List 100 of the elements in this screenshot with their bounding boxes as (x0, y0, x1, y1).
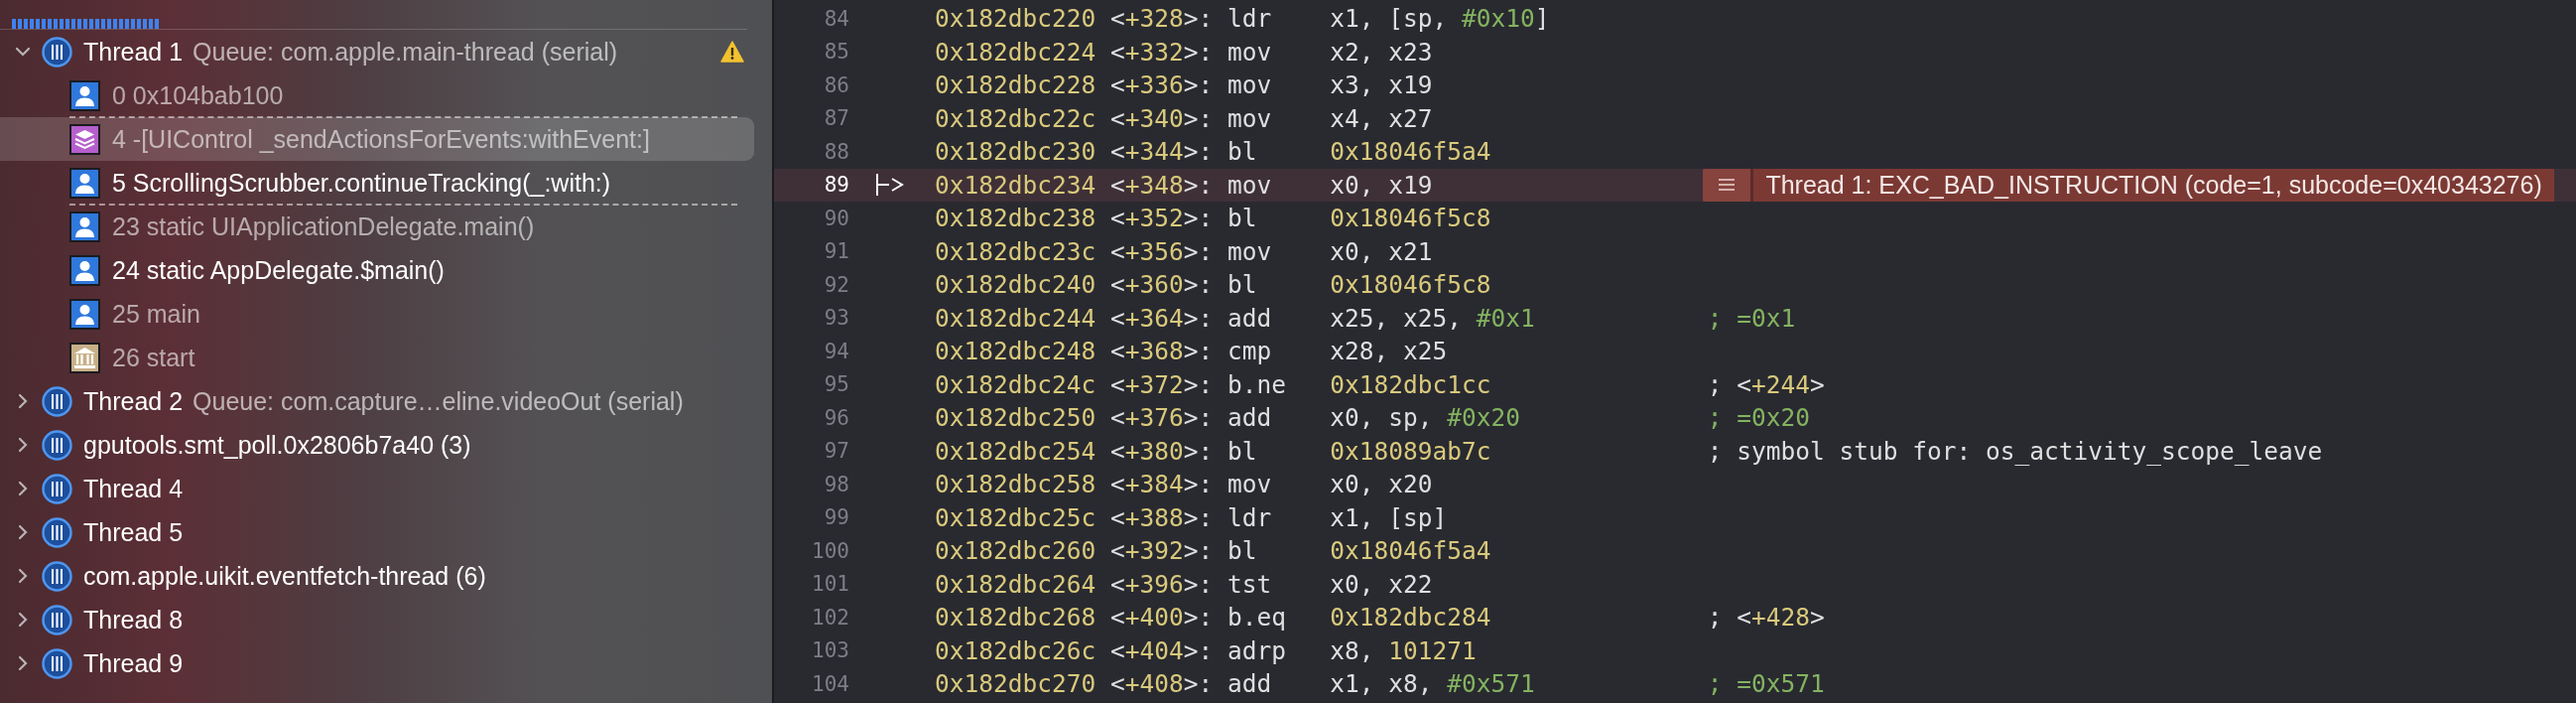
line-number: 100 (811, 538, 849, 563)
offset: <+348>: (1110, 170, 1215, 200)
thread-row[interactable]: Thread 9 (0, 641, 772, 685)
person-icon (69, 79, 100, 111)
line-number: 87 (823, 106, 849, 131)
offset: <+392>: (1110, 536, 1215, 566)
address: 0x182dbc238 (935, 204, 1097, 233)
thread-icon (42, 647, 72, 679)
stack-frame[interactable]: 0 0x104bab100 (0, 73, 754, 117)
address: 0x182dbc220 (935, 4, 1097, 34)
address: 0x182dbc25c (935, 502, 1097, 532)
offset: <+376>: (1110, 403, 1215, 433)
line-number: 102 (811, 605, 849, 630)
mnemonic: mov (1227, 470, 1273, 499)
operands: 0x182dbc1cc (1330, 369, 1492, 399)
thread-row[interactable]: Thread 1 Queue: com.apple.main-thread (serial) (0, 30, 772, 73)
mnemonic: mov (1227, 70, 1273, 100)
address: 0x182dbc244 (935, 303, 1097, 333)
address: 0x182dbc230 (935, 137, 1097, 167)
mnemonic: bl (1227, 270, 1258, 300)
line-number: 84 (823, 6, 849, 31)
mnemonic: add (1227, 303, 1273, 333)
mnemonic: add (1227, 669, 1273, 699)
thread-row[interactable]: gputools.smt_poll.0x2806b7a40 (3) (0, 423, 772, 467)
offset: <+400>: (1110, 603, 1215, 633)
comment: ; =0x1 (1707, 303, 1796, 333)
thread-icon (42, 473, 72, 504)
offset: <+372>: (1110, 369, 1215, 399)
line-number: 98 (823, 472, 849, 496)
operands: x0, x22 (1330, 569, 1434, 599)
offset: <+404>: (1110, 635, 1215, 665)
mnemonic: b.eq (1227, 603, 1287, 633)
offset: <+408>: (1110, 669, 1215, 699)
operands: x25, x25, #0x1 (1330, 303, 1536, 333)
menu-icon[interactable] (1718, 178, 1737, 193)
person-icon (69, 254, 100, 286)
offset: <+388>: (1110, 502, 1215, 532)
offset: <+364>: (1110, 303, 1215, 333)
address: 0x182dbc23c (935, 236, 1097, 266)
operands: 0x18046f5a4 (1330, 536, 1492, 566)
offset: <+380>: (1110, 436, 1215, 466)
thread-icon (42, 560, 72, 592)
stack-frame[interactable]: 5 ScrollingScrubber.continueTracking(_:with:) (0, 161, 754, 205)
mnemonic: add (1227, 403, 1273, 433)
mnemonic: bl (1227, 436, 1258, 466)
line-number: 103 (811, 638, 849, 663)
offset: <+328>: (1110, 4, 1215, 34)
mnemonic: mov (1227, 103, 1273, 133)
offset: <+344>: (1110, 137, 1215, 167)
operands: 0x182dbc284 (1330, 603, 1492, 633)
offset: <+332>: (1110, 37, 1215, 67)
person-icon (69, 298, 100, 330)
operands: x0, x21 (1330, 236, 1434, 266)
mnemonic: b.ne (1227, 369, 1287, 399)
line-number: 90 (823, 206, 849, 230)
operands: x2, x23 (1330, 37, 1434, 67)
address: 0x182dbc270 (935, 669, 1097, 699)
address: 0x182dbc22c (935, 103, 1097, 133)
line-number: 96 (823, 405, 849, 430)
error-message: Thread 1: EXC_BAD_INSTRUCTION (code=1, subcode=0x40343276) (1764, 169, 2543, 201)
thread-icon (42, 516, 72, 548)
address: 0x182dbc258 (935, 470, 1097, 499)
layers-icon (69, 123, 100, 155)
line-number: 89 (823, 173, 849, 198)
line-number: 91 (823, 239, 849, 264)
operands: x3, x19 (1330, 70, 1434, 100)
thread-row[interactable]: Thread 4 (0, 467, 772, 510)
thread-row[interactable]: Thread 8 (0, 598, 772, 641)
line-number: 92 (823, 272, 849, 297)
line-number: 85 (823, 40, 849, 65)
offset: <+368>: (1110, 337, 1215, 366)
stack-frame[interactable]: 26 start (0, 336, 754, 379)
thread-icon (42, 429, 72, 461)
stack-frame[interactable]: 4 -[UIControl _sendActionsForEvents:withEvent:] (0, 117, 754, 161)
comment: ; =0x571 (1707, 669, 1825, 699)
thread-row[interactable]: Thread 2 Queue: com.capture…eline.videoOut (serial) (0, 379, 772, 423)
thread-icon (42, 36, 72, 68)
mnemonic: mov (1227, 170, 1273, 200)
thread-row[interactable]: com.apple.uikit.eventfetch-thread (6) (0, 554, 772, 598)
mnemonic: ldr (1227, 502, 1273, 532)
line-number: 94 (823, 339, 849, 363)
mnemonic: bl (1227, 137, 1258, 167)
comment: ; symbol stub for: os_activity_scope_leave (1707, 436, 2323, 466)
person-icon (69, 211, 100, 242)
stack-frame[interactable]: 24 static AppDelegate.$main() (0, 248, 754, 292)
queue-label: Queue: com.capture…eline.videoOut (serial) (193, 386, 684, 416)
stack-frame[interactable]: 23 static UIApplicationDelegate.main() (0, 205, 754, 248)
stack-frame[interactable]: 25 main (0, 292, 754, 336)
person-icon (69, 167, 100, 199)
offset: <+340>: (1110, 103, 1215, 133)
operands: 0x18046f5c8 (1330, 270, 1492, 300)
mnemonic: adrp (1227, 635, 1287, 665)
line-number: 97 (823, 439, 849, 464)
operands: x1, x8, #0x571 (1330, 669, 1536, 699)
operands: x8, 101271 (1330, 635, 1478, 665)
operands: x28, x25 (1330, 337, 1449, 366)
line-number: 93 (823, 306, 849, 331)
thread-row[interactable]: Thread 5 (0, 510, 772, 554)
mnemonic: ldr (1227, 4, 1273, 34)
arrow-icon (875, 173, 905, 198)
